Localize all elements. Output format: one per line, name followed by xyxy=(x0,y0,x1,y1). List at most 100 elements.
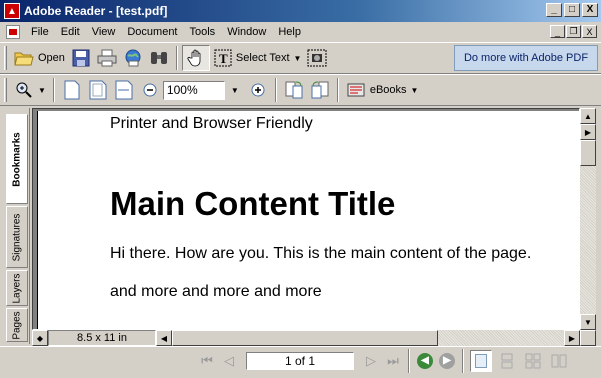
rotate-clockwise-button[interactable] xyxy=(281,77,307,103)
zoom-out-button[interactable] xyxy=(137,77,163,103)
save-button[interactable] xyxy=(68,45,94,71)
svg-text:T: T xyxy=(219,51,228,66)
tab-bookmarks[interactable]: Bookmarks xyxy=(6,114,28,204)
first-page-icon[interactable]: ⏮ xyxy=(196,350,218,372)
close-button[interactable]: X xyxy=(582,3,598,17)
doc-restore-button[interactable]: ❐ xyxy=(566,25,581,38)
chevron-down-icon[interactable]: ▼ xyxy=(38,86,46,95)
vertical-scroll-thumb[interactable] xyxy=(580,140,596,166)
menu-tools[interactable]: Tools xyxy=(184,26,222,38)
globe-email-icon xyxy=(123,48,143,68)
binoculars-icon xyxy=(149,48,169,68)
zoom-in-button[interactable] xyxy=(245,77,271,103)
body-paragraph: and more and more and more xyxy=(110,283,322,300)
menu-bar: File Edit View Document Tools Window Hel… xyxy=(0,22,601,42)
adobe-pdf-promo-button[interactable]: Do more with Adobe PDF xyxy=(454,45,598,71)
status-separator xyxy=(408,348,410,373)
page-fit-icon xyxy=(88,80,108,100)
split-handle-icon[interactable]: ◆ xyxy=(32,330,48,346)
menu-file[interactable]: File xyxy=(25,26,55,38)
doc-minimize-button[interactable]: _ xyxy=(550,25,565,38)
maximize-button[interactable]: □ xyxy=(564,3,580,17)
toolbar-grip[interactable] xyxy=(4,78,7,102)
doc-close-button[interactable]: X xyxy=(582,25,597,38)
text-select-icon: T xyxy=(213,48,233,68)
hand-icon xyxy=(186,48,206,68)
horizontal-scrollbar[interactable]: ◆ 8.5 x 11 in ◀ ▶ xyxy=(32,330,580,346)
toolbar-separator xyxy=(274,78,277,102)
tab-signatures-label: Signatures xyxy=(11,213,23,261)
facing-layout-icon[interactable] xyxy=(548,350,570,372)
previous-page-icon[interactable]: ◁ xyxy=(218,350,240,372)
plus-circle-icon xyxy=(248,80,268,100)
minus-circle-icon xyxy=(140,80,160,100)
view-toolbar: ▼ 100% ▼ eBooks ▼ xyxy=(0,74,601,106)
page-header-text: Printer and Browser Friendly xyxy=(110,115,313,132)
scroll-up-button[interactable]: ▲ xyxy=(580,108,596,124)
page-size-indicator: 8.5 x 11 in xyxy=(48,330,156,346)
select-text-label: Select Text xyxy=(235,52,290,64)
continuous-facing-layout-icon[interactable] xyxy=(522,350,544,372)
fit-page-button[interactable] xyxy=(85,77,111,103)
pdf-page[interactable]: Printer and Browser Friendly Main Conten… xyxy=(37,111,579,329)
next-page-icon[interactable]: ▷ xyxy=(360,350,382,372)
scroll-right-button[interactable]: ▶ xyxy=(564,330,580,346)
menu-help[interactable]: Help xyxy=(272,26,307,38)
continuous-layout-icon[interactable] xyxy=(496,350,518,372)
minimize-button[interactable]: _ xyxy=(546,3,562,17)
chevron-down-icon[interactable]: ▼ xyxy=(294,54,302,63)
document-view[interactable]: Printer and Browser Friendly Main Conten… xyxy=(32,108,580,330)
horizontal-scroll-thumb[interactable] xyxy=(172,330,438,346)
menu-window[interactable]: Window xyxy=(221,26,272,38)
go-back-icon[interactable]: ◀ xyxy=(417,352,433,369)
vertical-scrollbar[interactable]: ▲ ▶ ▼ xyxy=(580,108,596,330)
toolbar-separator xyxy=(336,78,339,102)
actual-size-button[interactable] xyxy=(59,77,85,103)
scroll-down-button[interactable]: ▼ xyxy=(580,314,596,330)
toolbar-grip[interactable] xyxy=(4,46,7,70)
title-bar: ▲ Adobe Reader - [test.pdf] _ □ X xyxy=(0,0,601,22)
scrollbar-corner xyxy=(580,330,596,346)
menu-view[interactable]: View xyxy=(86,26,122,38)
fit-width-button[interactable] xyxy=(111,77,137,103)
toolbar-separator xyxy=(52,78,55,102)
tab-pages[interactable]: Pages xyxy=(6,308,28,342)
tab-layers[interactable]: Layers xyxy=(6,270,28,306)
zoom-level-input[interactable]: 100% xyxy=(162,80,225,100)
hand-tool-button[interactable] xyxy=(181,45,210,71)
tab-signatures[interactable]: Signatures xyxy=(6,206,28,268)
print-button[interactable] xyxy=(94,45,120,71)
chevron-down-icon[interactable]: ▼ xyxy=(411,86,419,95)
email-button[interactable] xyxy=(120,45,146,71)
document-window-controls: _ ❐ X xyxy=(550,25,597,38)
scroll-left-button[interactable]: ◀ xyxy=(156,330,172,346)
select-text-button[interactable]: T Select Text ▼ xyxy=(210,45,305,71)
ebooks-button[interactable]: eBooks ▼ xyxy=(343,77,422,103)
last-page-icon[interactable]: ⏭ xyxy=(382,350,404,372)
zoom-dropdown-icon[interactable]: ▼ xyxy=(231,86,239,95)
menu-edit[interactable]: Edit xyxy=(55,26,86,38)
ebooks-icon xyxy=(346,80,366,100)
adobe-reader-app-icon[interactable]: ▲ xyxy=(4,3,20,19)
magnifier-icon xyxy=(14,80,34,100)
ebooks-label: eBooks xyxy=(369,84,407,96)
open-button[interactable]: Open xyxy=(11,45,68,71)
scroll-right-split-button[interactable]: ▶ xyxy=(580,124,596,140)
snapshot-button[interactable] xyxy=(304,45,330,71)
window-title: Adobe Reader - [test.pdf] xyxy=(24,4,168,18)
navigation-pane: Bookmarks Signatures Layers Pages xyxy=(4,108,30,344)
rotate-counterclockwise-button[interactable] xyxy=(307,77,333,103)
document-icon[interactable] xyxy=(6,25,20,39)
tab-pages-label: Pages xyxy=(11,310,23,340)
go-forward-icon[interactable]: ▶ xyxy=(439,352,455,369)
tab-layers-label: Layers xyxy=(11,272,23,304)
menu-document[interactable]: Document xyxy=(121,26,183,38)
rotate-clockwise-icon xyxy=(284,80,304,100)
file-toolbar: Open T Select Text ▼ Do more with Adobe … xyxy=(0,42,601,74)
zoom-in-tool-button[interactable]: ▼ xyxy=(11,77,49,103)
folder-open-icon xyxy=(14,48,34,68)
single-page-layout-icon[interactable] xyxy=(470,349,492,372)
search-button[interactable] xyxy=(146,45,172,71)
page-actual-size-icon xyxy=(62,80,82,100)
page-number-input[interactable]: 1 of 1 xyxy=(246,351,354,370)
